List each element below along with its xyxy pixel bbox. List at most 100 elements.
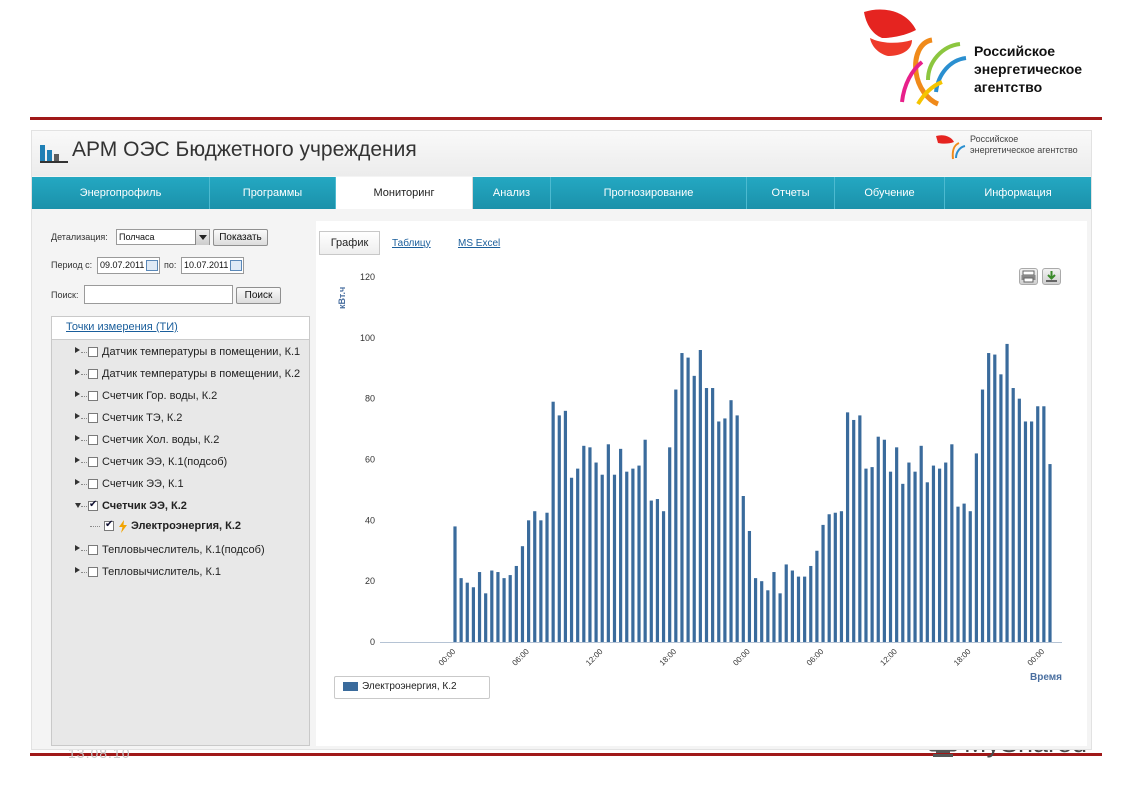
brand-line: энергетическое агентство xyxy=(970,145,1078,155)
tree-item[interactable]: Счетчик ТЭ, К.2 xyxy=(52,408,309,430)
org-name-line: Российское xyxy=(974,43,1056,59)
chart-bar xyxy=(796,576,801,642)
tree-item-label: Счетчик ЭЭ, К.1 xyxy=(102,478,184,490)
chart-bar xyxy=(508,575,512,642)
show-button[interactable]: Показать xyxy=(213,229,268,246)
tree-connector xyxy=(81,550,87,552)
chevron-down-icon[interactable] xyxy=(195,230,209,245)
expand-right-icon[interactable] xyxy=(75,391,80,397)
chart-bar xyxy=(674,389,678,642)
measurement-points-tree: Точки измерения (ТИ) Датчик температуры … xyxy=(51,316,310,746)
x-tick-label: 06:00 xyxy=(510,647,531,668)
tree-item[interactable]: Счетчик ЭЭ, К.1 xyxy=(52,474,309,496)
org-name-line: агентство xyxy=(974,79,1043,95)
app-window: АРМ ОЭС Бюджетного учреждения Российское… xyxy=(31,130,1092,750)
chart-bar xyxy=(631,468,635,642)
tree-title-link[interactable]: Точки измерения (ТИ) xyxy=(66,321,178,333)
period-to-label: по: xyxy=(164,260,177,270)
y-tick-label: 100 xyxy=(360,333,375,343)
chart-bar xyxy=(704,388,709,642)
chart-bar xyxy=(539,520,543,642)
tree-item[interactable]: Счетчик ЭЭ, К.1(подсоб) xyxy=(52,452,309,474)
chart-bar xyxy=(766,590,770,642)
tree-connector xyxy=(81,418,87,420)
y-tick-label: 40 xyxy=(365,515,375,525)
tree-item[interactable]: Счетчик Гор. воды, К.2 xyxy=(52,386,309,408)
nav-energoprofile[interactable]: Энергопрофиль xyxy=(32,177,210,209)
tree-checkbox[interactable] xyxy=(88,391,98,401)
tree-item[interactable]: Счетчик ЭЭ, К.2 xyxy=(52,496,309,518)
tree-checkbox[interactable] xyxy=(88,479,98,489)
search-button[interactable]: Поиск xyxy=(236,287,281,304)
chart-bar xyxy=(931,465,936,642)
chart-legend[interactable]: Электроэнергия, К.2 xyxy=(334,676,490,699)
search-input[interactable] xyxy=(84,285,233,304)
nav-analysis[interactable]: Анализ xyxy=(473,177,551,209)
period-from-input[interactable]: 09.07.2011 xyxy=(97,257,160,274)
chart-bar xyxy=(600,474,604,642)
period-from-label: Период с: xyxy=(51,260,93,270)
expand-right-icon[interactable] xyxy=(75,545,80,551)
nav-monitoring[interactable]: Мониторинг xyxy=(336,177,473,209)
nav-programs[interactable]: Программы xyxy=(210,177,336,209)
tree-item[interactable]: Тепловычислитель, К.1 xyxy=(52,562,309,584)
calendar-icon[interactable] xyxy=(230,260,242,271)
detail-label: Детализация: xyxy=(51,232,108,242)
tree-checkbox[interactable] xyxy=(104,519,114,531)
tree-checkbox[interactable] xyxy=(88,369,98,379)
tree-checkbox[interactable] xyxy=(88,457,98,467)
app-header: АРМ ОЭС Бюджетного учреждения Российское… xyxy=(32,131,1091,176)
chart-bar xyxy=(643,439,647,642)
chart-bar xyxy=(465,582,469,642)
nav-reports[interactable]: Отчеты xyxy=(747,177,835,209)
tab-chart[interactable]: График xyxy=(319,231,380,255)
expand-right-icon[interactable] xyxy=(75,347,80,353)
tab-excel[interactable]: MS Excel xyxy=(458,238,500,249)
tree-item[interactable]: Датчик температуры в помещении, К.1 xyxy=(52,342,309,364)
tree-connector xyxy=(81,484,87,486)
chart-bar xyxy=(919,445,923,642)
expand-right-icon[interactable] xyxy=(75,479,80,485)
tree-checkbox[interactable] xyxy=(88,567,98,577)
expand-right-icon[interactable] xyxy=(75,435,80,441)
calendar-icon[interactable] xyxy=(146,260,158,271)
chart-bar xyxy=(594,462,598,642)
x-tick-label: 12:00 xyxy=(878,647,899,668)
top-divider xyxy=(30,117,1102,120)
expand-right-icon[interactable] xyxy=(75,567,80,573)
tree-item[interactable]: Тепловычеслитель, К.1(подсоб) xyxy=(52,540,309,562)
chart-bar xyxy=(661,511,666,642)
chart-bar xyxy=(784,564,788,642)
chart-bar xyxy=(576,468,580,642)
chart-bar xyxy=(655,499,660,642)
nav-training[interactable]: Обучение xyxy=(835,177,945,209)
tree-checkbox[interactable] xyxy=(88,413,98,423)
tab-table[interactable]: Таблицу xyxy=(392,238,431,249)
nav-forecasting[interactable]: Прогнозирование xyxy=(551,177,747,209)
chart-bar xyxy=(612,474,617,642)
lightning-icon xyxy=(119,520,127,533)
tree-item[interactable]: Электроэнергия, К.2 xyxy=(52,516,309,538)
chart-bar xyxy=(649,500,653,642)
energy-chart: 0 20 40 60 80 100 120 кВт.ч 00:00 06:00 12:00 18:00… xyxy=(337,272,1062,683)
legend-swatch xyxy=(343,682,358,691)
detail-select[interactable]: Полчаса xyxy=(116,229,210,245)
nav-information[interactable]: Информация xyxy=(945,177,1091,209)
rea-logo xyxy=(864,9,967,107)
app-title: АРМ ОЭС Бюджетного учреждения xyxy=(72,138,417,161)
chart-bar xyxy=(588,447,592,642)
tree-item[interactable]: Датчик температуры в помещении, К.2 xyxy=(52,364,309,386)
period-to-input[interactable]: 10.07.2011 xyxy=(181,257,244,274)
expand-right-icon[interactable] xyxy=(75,457,80,463)
chart-bar xyxy=(496,572,500,642)
tree-checkbox[interactable] xyxy=(88,435,98,445)
chart-bar xyxy=(729,400,733,642)
expand-right-icon[interactable] xyxy=(75,369,80,375)
tree-checkbox[interactable] xyxy=(88,347,98,357)
expand-right-icon[interactable] xyxy=(75,413,80,419)
tree-item[interactable]: Счетчик Хол. воды, К.2 xyxy=(52,430,309,452)
tree-checkbox[interactable] xyxy=(88,499,98,511)
x-tick-label: 00:00 xyxy=(1026,647,1047,668)
tree-checkbox[interactable] xyxy=(88,545,98,555)
bar-chart-icon xyxy=(40,145,68,163)
